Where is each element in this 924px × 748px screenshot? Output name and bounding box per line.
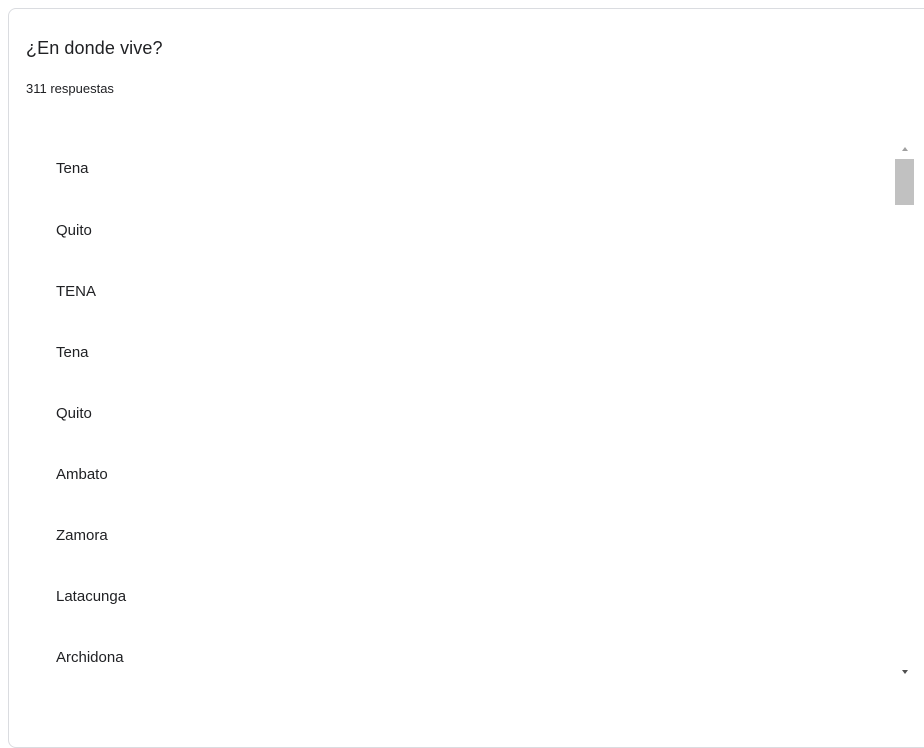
response-list-scrollbar[interactable] xyxy=(893,137,915,687)
response-item: Archidona xyxy=(56,649,124,666)
response-item: Ambato xyxy=(56,466,108,483)
scroll-down-arrow-icon[interactable] xyxy=(902,670,908,674)
response-item: Zamora xyxy=(56,527,108,544)
scroll-up-arrow-icon[interactable] xyxy=(902,147,908,151)
response-list[interactable]: Tena Quito TENA Tena Quito Ambato Zamora… xyxy=(41,138,879,686)
scrollbar-thumb[interactable] xyxy=(895,159,914,205)
response-item: TENA xyxy=(56,283,97,300)
response-item: Quito xyxy=(56,405,92,422)
response-count: 311 respuestas xyxy=(26,81,114,96)
response-item: Latacunga xyxy=(56,588,127,605)
response-item: Tena xyxy=(56,160,89,177)
response-item: Quito xyxy=(56,222,92,239)
response-item: Tena xyxy=(56,344,89,361)
question-title: ¿En donde vive? xyxy=(26,38,163,58)
